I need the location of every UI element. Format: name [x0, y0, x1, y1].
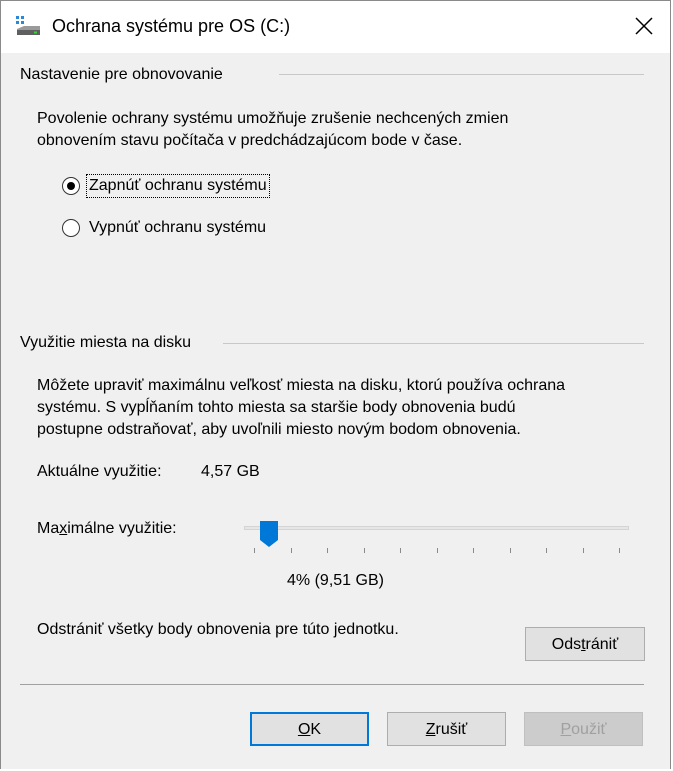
slider-tick: [436, 548, 438, 553]
close-button[interactable]: [618, 1, 670, 53]
group-divider: [223, 343, 644, 344]
slider-tick: [363, 548, 365, 553]
slider-tick: [509, 548, 511, 553]
slider-tick: [254, 548, 255, 553]
slider-tick: [619, 548, 620, 553]
delete-button[interactable]: Odstrániť: [525, 627, 645, 661]
system-protection-icon: [15, 15, 41, 37]
max-usage-label: Maximálne využitie:: [37, 518, 177, 540]
cancel-mnemonic: Z: [425, 721, 436, 738]
slider-thumb[interactable]: [259, 520, 279, 548]
disk-usage-heading: Využitie miesta na disku: [20, 334, 192, 351]
slider-track: [244, 526, 629, 530]
cancel-button[interactable]: Zrušiť: [387, 712, 506, 746]
max-usage-label-part: Ma: [37, 520, 60, 537]
slider-value-text: 4% (9,51 GB): [287, 572, 384, 589]
slider-tick: [400, 548, 401, 553]
close-icon: [635, 17, 653, 35]
disk-description-line-2: systému. S vypĺňaním tohto miesta sa sta…: [37, 399, 516, 416]
apply-button[interactable]: Použiť: [524, 712, 643, 746]
radio-circle: [62, 219, 80, 237]
radio-disable-label: Vypnúť ochranu systému: [89, 219, 267, 236]
bottom-separator: [20, 684, 644, 685]
group-divider: [279, 74, 644, 75]
dialog-content: Nastavenie pre obnovovanie Povolenie och…: [1, 53, 670, 769]
slider-tick: [473, 548, 474, 553]
radio-enable-label: Zapnúť ochranu systému: [86, 174, 270, 198]
title-bar: Ochrana systému pre OS (C:): [1, 1, 670, 53]
cancel-label-rest: rušiť: [435, 721, 468, 738]
restore-settings-heading: Nastavenie pre obnovovanie: [20, 66, 223, 83]
current-usage-label: Aktuálne využitie:: [37, 463, 162, 480]
slider-tick: [290, 548, 292, 553]
delete-button-label-part: rániť: [585, 636, 619, 653]
max-usage-label-part: imálne využitie:: [67, 520, 177, 537]
system-protection-dialog: Ochrana systému pre OS (C:) Nastavenie p…: [0, 0, 671, 769]
restore-description-line-2: obnovením stavu počítača v predchádzajúc…: [37, 132, 463, 149]
radio-selected-dot: [67, 182, 75, 190]
disk-description-line-1: Môžete upraviť maximálnu veľkosť miesta …: [37, 377, 566, 394]
radio-enable-protection[interactable]: Zapnúť ochranu systému: [62, 174, 294, 199]
apply-mnemonic: P: [560, 721, 572, 738]
ok-mnemonic: O: [297, 721, 311, 738]
restore-description-line-1: Povolenie ochrany systému umožňuje zruše…: [37, 110, 509, 127]
slider-tick: [582, 548, 584, 553]
max-usage-slider[interactable]: [244, 520, 632, 560]
slider-tick: [546, 548, 547, 553]
delete-restore-points-text: Odstrániť všetky body obnovenia pre túto…: [37, 621, 399, 638]
ok-button[interactable]: OK: [250, 712, 369, 746]
slider-tick: [327, 548, 328, 553]
current-usage-value: 4,57 GB: [201, 463, 260, 480]
window-title: Ochrana systému pre OS (C:): [52, 16, 291, 36]
radio-circle: [62, 177, 80, 195]
delete-button-label-part: Ods: [551, 636, 582, 653]
apply-label-rest: oužiť: [571, 721, 607, 738]
ok-label-rest: K: [310, 721, 322, 738]
disk-description-line-3: postupne odstraňovať, aby uvoľnili miest…: [37, 421, 521, 438]
radio-disable-protection[interactable]: Vypnúť ochranu systému: [62, 217, 294, 241]
